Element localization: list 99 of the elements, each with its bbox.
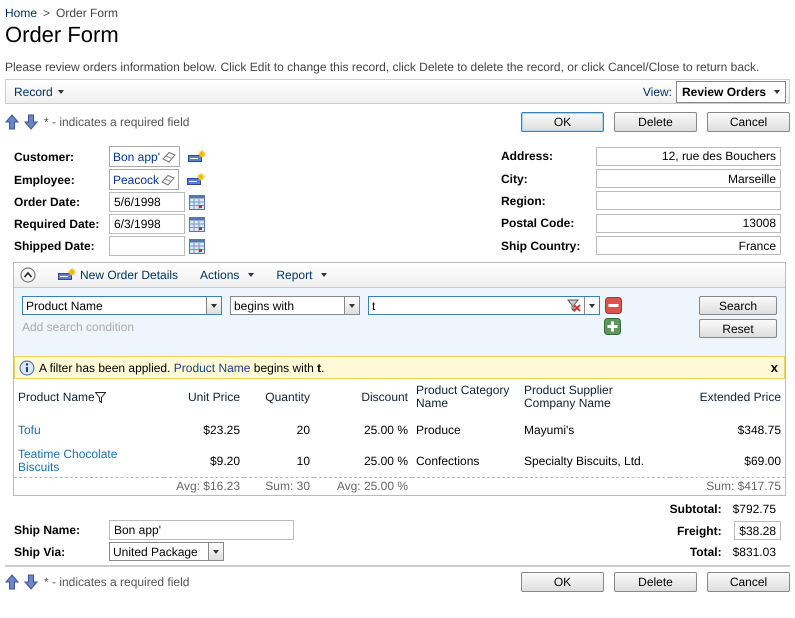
action-button[interactable]: OK xyxy=(521,572,604,592)
product-link[interactable]: Tofu xyxy=(18,424,123,437)
add-record-icon xyxy=(187,172,206,186)
collapse-icon[interactable] xyxy=(20,267,36,283)
field-label: Employee: xyxy=(14,172,76,188)
eraser-icon xyxy=(161,174,176,186)
action-button[interactable]: OK xyxy=(521,112,604,132)
summary-label: Subtotal: xyxy=(670,501,722,518)
view-label: View: xyxy=(642,84,672,100)
new-record-button[interactable]: New Order Details xyxy=(58,266,178,284)
calendar-icon xyxy=(189,216,205,232)
table-cell: $348.75 xyxy=(738,423,781,437)
aggregate-cell: Avg: $16.23 xyxy=(176,478,240,493)
breadcrumb-link[interactable]: Home xyxy=(5,4,38,22)
column-header[interactable]: Discount xyxy=(361,390,408,404)
field-label: Order Date: xyxy=(14,194,82,211)
date-field[interactable] xyxy=(109,236,185,256)
clear-filter-icon xyxy=(567,299,581,312)
table-cell: Mayumi's xyxy=(524,423,574,437)
field-label: Shipped Date: xyxy=(14,238,96,255)
text-field[interactable]: Bon app' xyxy=(109,520,294,540)
table-cell: Produce xyxy=(416,423,461,437)
filter-button[interactable]: Reset xyxy=(699,319,777,338)
text-field[interactable]: France xyxy=(596,236,781,256)
up-arrow-icon xyxy=(5,574,19,590)
ship-via-dropdown[interactable]: United Package xyxy=(109,542,224,561)
action-button[interactable]: Delete xyxy=(614,112,697,132)
column-header[interactable]: Unit Price xyxy=(188,390,240,404)
action-button[interactable]: Cancel xyxy=(707,572,790,592)
record-menu[interactable]: Record xyxy=(14,82,64,100)
menu-button[interactable]: Actions xyxy=(200,266,254,284)
field-label: Ship Country: xyxy=(501,238,582,255)
required-note: * - indicates a required field xyxy=(44,574,190,591)
text-field[interactable]: 13008 xyxy=(596,214,781,233)
page-title: Order Form xyxy=(5,22,120,48)
date-field[interactable]: 5/6/1998 xyxy=(109,192,185,212)
instructions-text: Please review orders information below. Click Edit to change this record, click Delete to delete the record, or click Cancel/Close to return back. xyxy=(5,59,760,76)
field-label: City: xyxy=(501,170,529,188)
date-field[interactable]: 6/3/1998 xyxy=(109,214,185,234)
summary-value: $792.75 xyxy=(732,501,777,518)
field-label: Required Date: xyxy=(14,216,100,233)
aggregate-cell: Sum: $417.75 xyxy=(706,478,781,493)
column-header[interactable]: Product Category Name xyxy=(416,384,516,410)
info-icon xyxy=(19,360,35,376)
text-field[interactable]: 12, rue des Bouchers xyxy=(596,146,781,166)
close-button[interactable]: x xyxy=(770,358,778,378)
table-cell: 10 xyxy=(296,454,310,468)
summary-value: $831.03 xyxy=(732,544,777,561)
field-label: Region: xyxy=(501,192,547,210)
summary-label: Freight: xyxy=(676,522,722,540)
action-button[interactable]: Delete xyxy=(614,572,697,592)
aggregate-cell: Sum: 30 xyxy=(265,478,310,493)
lookup-field[interactable]: Peacock xyxy=(109,169,180,190)
table-cell: 20 xyxy=(296,423,310,437)
filter-value-field[interactable]: t xyxy=(368,296,600,315)
field-label: Ship Via: xyxy=(14,544,66,560)
column-header[interactable]: Quantity xyxy=(265,390,310,404)
filter-message: A filter has been applied. Product Name begins with t. xyxy=(39,360,325,376)
lookup-field[interactable]: Bon app' xyxy=(109,146,180,167)
field-label: Customer: xyxy=(14,148,76,166)
filter-icon xyxy=(94,392,106,402)
view-dropdown[interactable]: Review Orders xyxy=(676,80,786,102)
down-arrow-icon xyxy=(24,114,38,130)
breadcrumb-current: Order Form xyxy=(56,5,118,22)
column-header[interactable]: Product Name xyxy=(18,390,106,404)
table-cell: Specialty Biscuits, Ltd. xyxy=(524,454,644,468)
table-cell: 25.00 % xyxy=(364,423,408,437)
filter-button[interactable]: Search xyxy=(699,296,777,315)
down-arrow-icon xyxy=(24,574,38,590)
field-label: Ship Name: xyxy=(14,522,82,539)
summary-label: Total: xyxy=(690,544,722,561)
product-link[interactable]: Teatime Chocolate Biscuits xyxy=(18,448,123,474)
add-record-icon xyxy=(188,150,206,164)
required-note: * - indicates a required field xyxy=(44,114,190,131)
operator-dropdown[interactable]: begins with xyxy=(230,296,360,315)
calendar-icon xyxy=(189,238,205,254)
calendar-icon xyxy=(189,194,205,210)
table-cell: $9.20 xyxy=(210,454,240,468)
field-label: Postal Code: xyxy=(501,215,576,232)
field-label: Address: xyxy=(501,148,554,166)
add-condition-icon[interactable] xyxy=(604,318,621,335)
add-record-icon xyxy=(58,268,76,282)
menu-button[interactable]: Report xyxy=(276,266,328,284)
table-cell: Confections xyxy=(416,454,480,468)
text-field[interactable] xyxy=(596,191,781,210)
table-cell: 25.00 % xyxy=(364,454,408,468)
table-cell: $23.25 xyxy=(203,423,240,437)
field-dropdown[interactable]: Product Name xyxy=(22,296,222,315)
column-header[interactable]: Product Supplier Company Name xyxy=(524,384,666,410)
breadcrumb-separator: > xyxy=(43,5,50,22)
up-arrow-icon xyxy=(5,114,19,130)
action-button[interactable]: Cancel xyxy=(707,112,790,132)
remove-condition-icon[interactable] xyxy=(605,297,622,314)
eraser-icon xyxy=(162,150,176,162)
aggregate-cell: Avg: 25.00 % xyxy=(336,478,408,493)
column-header[interactable]: Extended Price xyxy=(700,390,781,404)
table-cell: $69.00 xyxy=(744,454,781,468)
text-field[interactable]: Marseille xyxy=(596,169,781,188)
freight-field[interactable]: $38.28 xyxy=(734,521,781,540)
